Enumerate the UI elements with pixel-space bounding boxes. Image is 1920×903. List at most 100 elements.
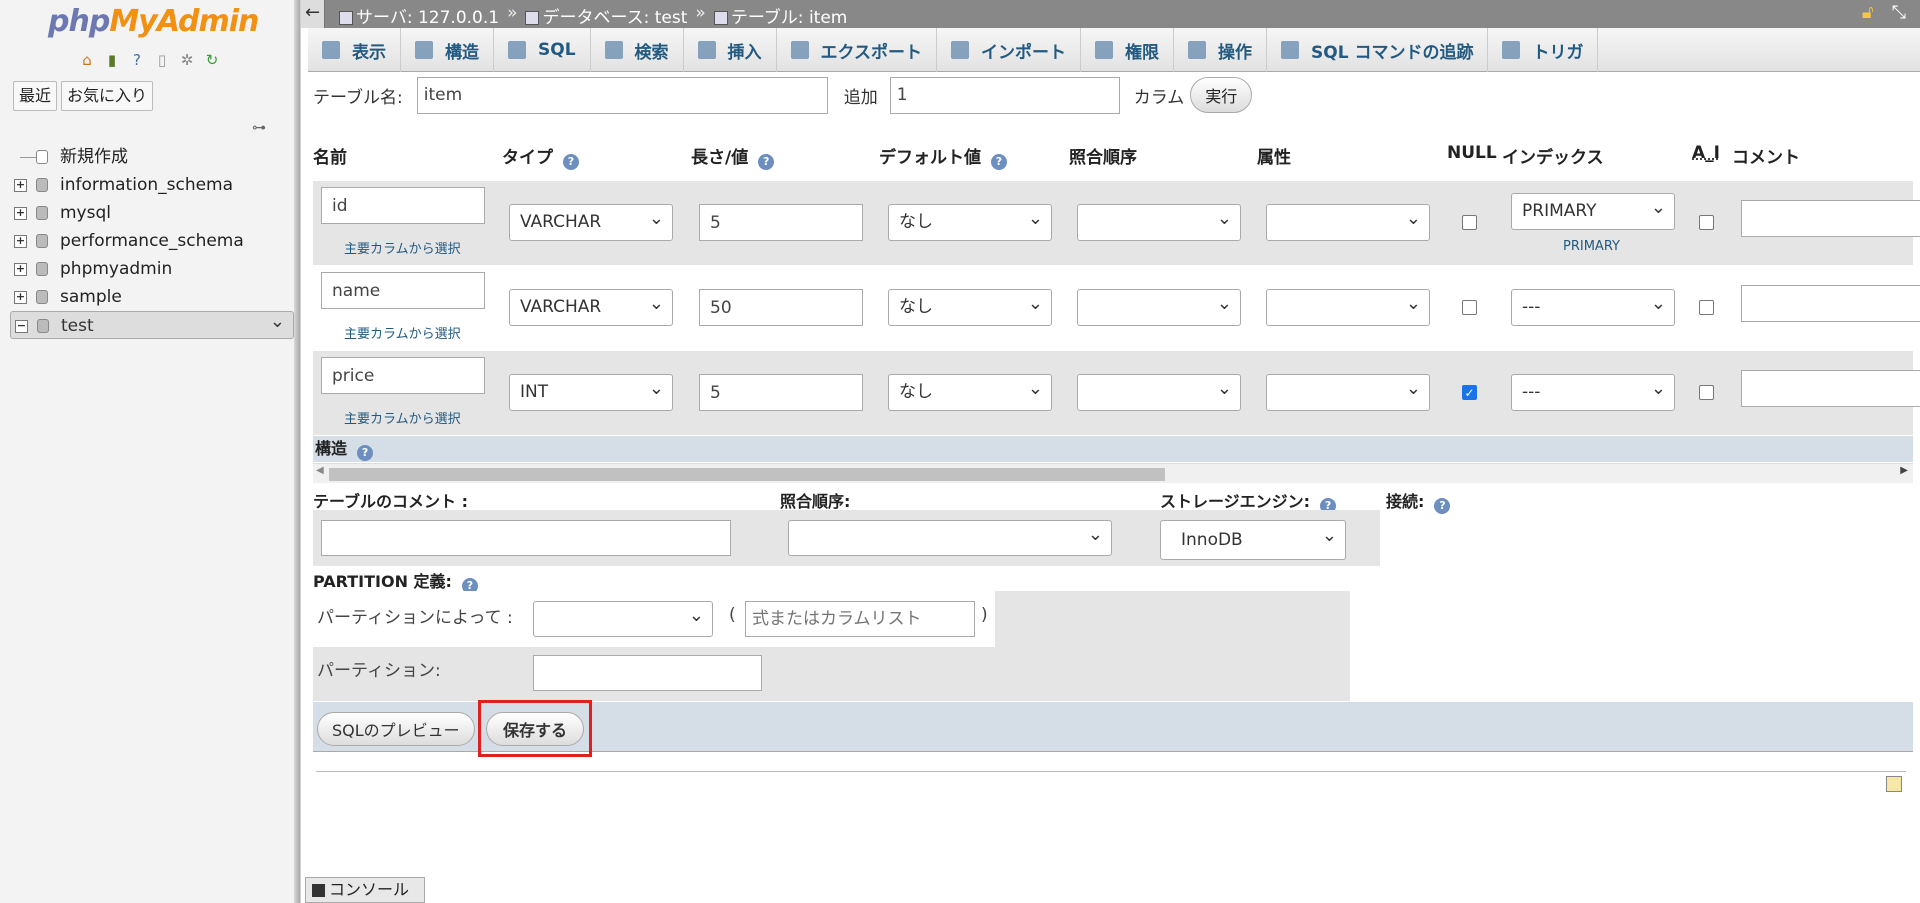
tab-browse[interactable]: 表示 (308, 28, 401, 72)
tab-triggers[interactable]: トリガ (1488, 28, 1599, 72)
link-with-main-panel-icon[interactable]: ⊶ (252, 120, 266, 136)
column-type-select[interactable]: INT (509, 371, 673, 411)
column-comment-input[interactable] (1741, 370, 1920, 407)
table-options-box: InnoDB (313, 510, 1380, 566)
breadcrumb-server[interactable]: サーバ: 127.0.0.1 (339, 3, 499, 28)
settings-gear-icon[interactable]: ✲ (176, 50, 198, 70)
auto-increment-checkbox[interactable] (1699, 300, 1714, 315)
expand-icon[interactable]: + (14, 207, 27, 220)
partition-expression-input[interactable] (745, 601, 975, 637)
column-attributes-select[interactable] (1266, 201, 1430, 241)
column-collation-select[interactable] (1077, 371, 1241, 411)
page-settings-icon[interactable] (1886, 776, 1902, 792)
help-icon[interactable]: ? (357, 445, 374, 461)
scrollbar-thumb[interactable] (329, 468, 1165, 481)
expand-icon[interactable]: + (14, 235, 27, 248)
help-icon[interactable]: ? (563, 154, 579, 170)
column-length-input[interactable] (699, 289, 863, 326)
tab-privileges[interactable]: 権限 (1081, 28, 1175, 72)
expand-icon[interactable]: + (14, 291, 27, 304)
tab-import[interactable]: インポート (937, 28, 1082, 72)
pick-from-central-columns-link[interactable]: 主要カラムから選択 (344, 323, 461, 342)
tree-db-sample[interactable]: + sample (10, 283, 294, 311)
tab-tracking[interactable]: SQL コマンドの追跡 (1267, 28, 1489, 72)
header-index: インデックス (1502, 148, 1604, 168)
tree-db-performance-schema[interactable]: + performance_schema (10, 227, 294, 255)
tab-export[interactable]: エクスポート (777, 28, 938, 72)
help-icon[interactable]: ? (758, 154, 775, 170)
recent-tab[interactable]: 最近 (13, 81, 58, 111)
tree-new-database[interactable]: 新規作成 (10, 143, 294, 171)
column-collation-select[interactable] (1077, 201, 1241, 241)
column-length-input[interactable] (699, 374, 863, 411)
column-default-select[interactable]: なし (888, 371, 1052, 411)
tab-operations[interactable]: 操作 (1174, 28, 1268, 72)
table-collation-select[interactable] (788, 517, 1112, 556)
tab-search[interactable]: 検索 (591, 28, 684, 72)
phpmyadmin-logo[interactable]: phpMyAdmin (48, 4, 259, 39)
null-checkbox[interactable] (1462, 300, 1477, 315)
partitions-count-input[interactable] (533, 655, 762, 691)
null-checkbox[interactable] (1462, 215, 1477, 230)
column-default-select[interactable]: なし (888, 286, 1052, 326)
pick-from-central-columns-link[interactable]: 主要カラムから選択 (344, 408, 461, 427)
column-collation-select[interactable] (1077, 286, 1241, 326)
column-index-select[interactable]: --- (1511, 371, 1675, 411)
column-name-input[interactable] (321, 187, 485, 224)
column-name-input[interactable] (321, 272, 485, 309)
header-auto-increment: A_I (1692, 143, 1720, 163)
logout-icon[interactable]: ▮ (101, 50, 123, 70)
column-type-select[interactable]: VARCHAR (509, 286, 673, 326)
favorites-tab[interactable]: お気に入り (61, 81, 154, 111)
docs-icon[interactable]: ▯ (151, 50, 173, 70)
help-icon[interactable]: ? (1434, 498, 1451, 514)
auto-increment-checkbox[interactable] (1699, 215, 1714, 230)
column-attributes-select[interactable] (1266, 371, 1430, 411)
tab-structure[interactable]: 構造 (401, 28, 494, 72)
column-comment-input[interactable] (1741, 200, 1920, 237)
pick-from-central-columns-link[interactable]: 主要カラムから選択 (344, 238, 461, 257)
expand-icon[interactable]: + (14, 179, 27, 192)
auto-increment-checkbox[interactable] (1699, 385, 1714, 400)
add-columns-input[interactable] (889, 76, 1120, 114)
breadcrumb-table[interactable]: テーブル: item (713, 3, 847, 28)
back-arrow-icon[interactable]: ← (301, 0, 325, 28)
scroll-right-icon[interactable]: ▶ (1900, 465, 1908, 476)
lock-icon[interactable]: 🔓︎ (1862, 2, 1874, 23)
tab-sql[interactable]: SQL (494, 28, 591, 72)
column-attributes-select[interactable] (1266, 286, 1430, 326)
tree-db-test[interactable]: − test (10, 308, 294, 339)
structure-bar: 構造? (313, 436, 1913, 462)
panel-resize-handle[interactable] (294, 0, 300, 903)
column-index-select[interactable]: --- (1511, 286, 1675, 326)
sql-preview-button[interactable]: SQLのプレビュー (317, 712, 475, 746)
tab-insert[interactable]: 挿入 (684, 28, 777, 72)
collapse-icon[interactable]: − (15, 320, 28, 333)
breadcrumb-database[interactable]: データベース: test (525, 3, 687, 28)
column-default-select[interactable]: なし (888, 201, 1052, 241)
go-button[interactable]: 実行 (1190, 77, 1253, 113)
partition-by-select[interactable] (533, 598, 713, 637)
table-comment-input[interactable] (321, 520, 731, 556)
column-length-input[interactable] (699, 204, 863, 241)
console-tab[interactable]: コンソール (305, 877, 425, 903)
storage-engine-select[interactable]: InnoDB (1160, 517, 1346, 560)
home-icon[interactable]: ⌂ (76, 50, 98, 70)
null-checkbox-checked[interactable]: ✓ (1462, 385, 1477, 400)
tree-db-information-schema[interactable]: + information_schema (10, 171, 294, 199)
column-type-select[interactable]: VARCHAR (509, 201, 673, 241)
help-icon[interactable]: ? (991, 154, 1007, 170)
expand-icon[interactable]: + (14, 263, 27, 276)
scroll-left-icon[interactable]: ◀ (316, 465, 324, 476)
reload-icon[interactable]: ↻ (201, 50, 223, 70)
column-comment-input[interactable] (1741, 285, 1920, 322)
partitions-label: パーティション: (317, 661, 441, 681)
column-index-select[interactable]: PRIMARY (1511, 190, 1675, 230)
column-name-input[interactable] (321, 357, 485, 394)
table-name-input[interactable] (416, 76, 828, 114)
horizontal-scrollbar[interactable]: ◀ ▶ (313, 463, 1913, 483)
tree-db-mysql[interactable]: + mysql (10, 199, 294, 227)
tree-db-phpmyadmin[interactable]: + phpmyadmin (10, 255, 294, 283)
help-icon[interactable]: ? (126, 50, 148, 70)
collapse-topbar-icon[interactable]: ⤡ (1892, 2, 1906, 23)
